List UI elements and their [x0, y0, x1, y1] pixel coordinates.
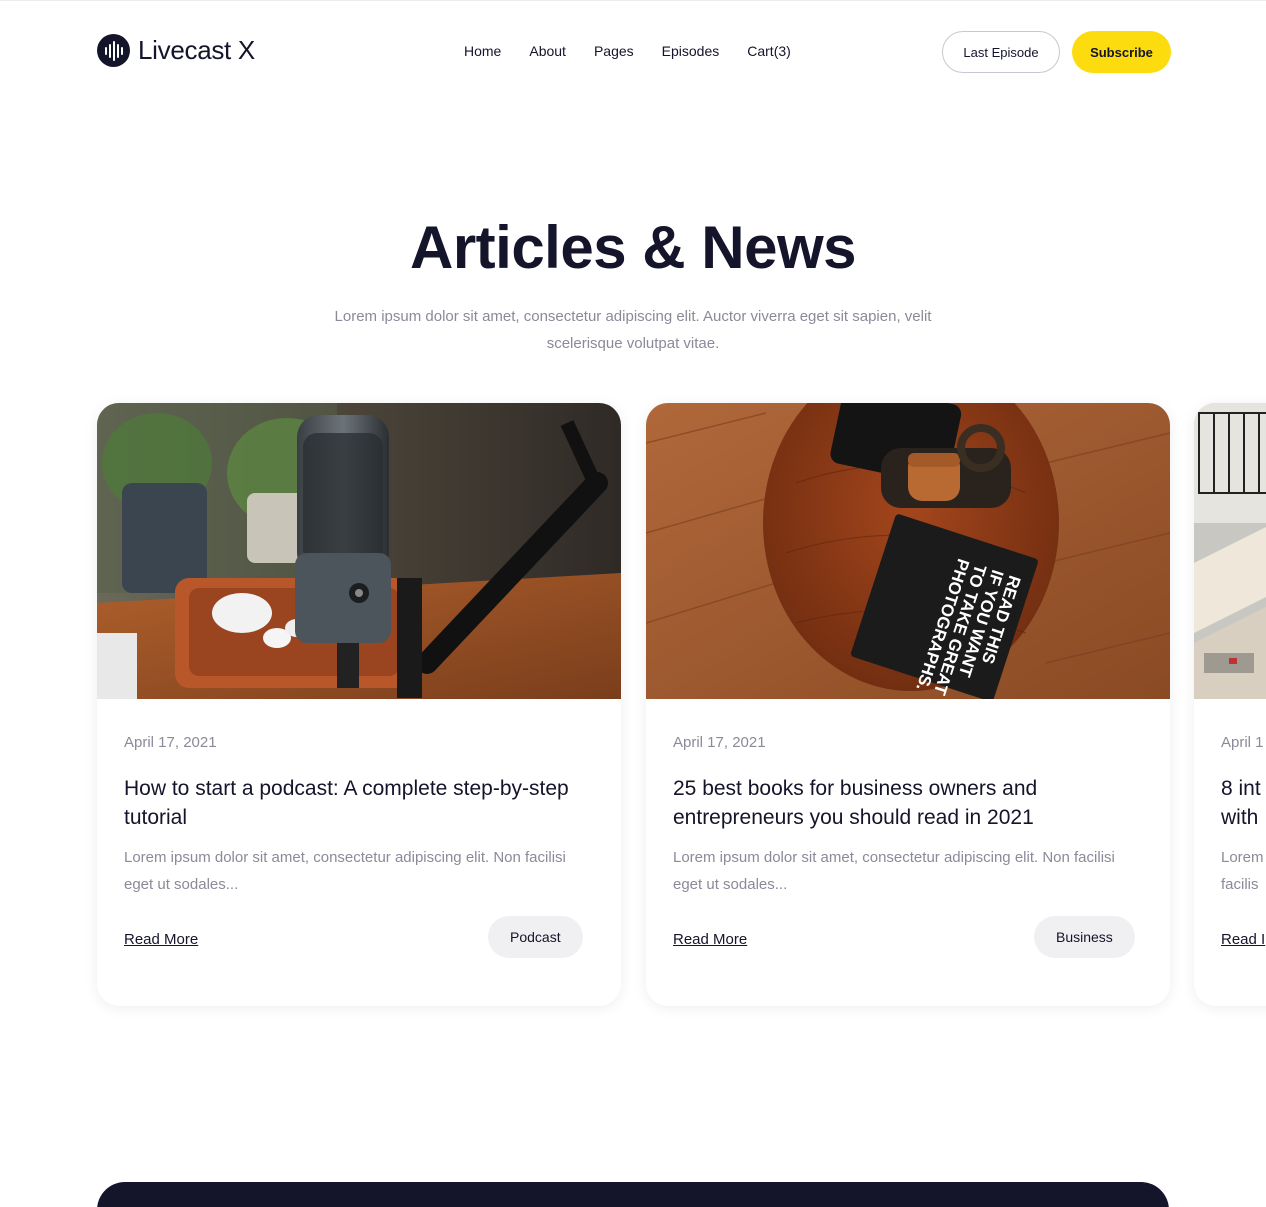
article-date: April 1 — [1221, 734, 1264, 751]
page: Livecast X Home About Pages Episodes Car… — [0, 0, 1266, 1207]
nav-cart[interactable]: Cart(3) — [747, 43, 791, 59]
article-excerpt: Lorem ipsum dolor sit amet, consectetur … — [124, 849, 566, 893]
article-card[interactable]: April 1 8 int with Lorem facilis Read I — [1194, 403, 1266, 1006]
article-card[interactable]: April 17, 2021 How to start a podcast: A… — [97, 403, 621, 1006]
article-title[interactable]: 8 int with — [1221, 774, 1266, 832]
nav-episodes[interactable]: Episodes — [662, 43, 720, 59]
balcony-building-image[interactable] — [1194, 403, 1266, 699]
dark-section-band — [97, 1182, 1169, 1207]
article-excerpt: Lorem ipsum dolor sit amet, consectetur … — [673, 849, 1115, 893]
last-episode-button[interactable]: Last Episode — [942, 31, 1060, 73]
main-nav: Home About Pages Episodes Cart(3) — [464, 43, 819, 59]
nav-about[interactable]: About — [529, 43, 566, 59]
read-more-link[interactable]: Read More — [124, 931, 198, 948]
book-on-table-image[interactable]: READ THIS IF YOU WANT TO TAKE GREAT PHOT… — [646, 403, 1170, 699]
read-more-link[interactable]: Read More — [673, 931, 747, 948]
category-tag[interactable]: Podcast — [488, 916, 583, 958]
page-title: Articles & News — [409, 214, 857, 281]
article-card[interactable]: READ THIS IF YOU WANT TO TAKE GREAT PHOT… — [646, 403, 1170, 1006]
category-tag[interactable]: Business — [1034, 916, 1135, 958]
article-title[interactable]: 25 best books for business owners and en… — [673, 774, 1143, 832]
article-date: April 17, 2021 — [673, 734, 766, 751]
nav-pages[interactable]: Pages — [594, 43, 634, 59]
site-header: Livecast X Home About Pages Episodes Car… — [97, 31, 1171, 73]
sound-wave-icon — [97, 34, 130, 67]
article-excerpt: Lorem facilis — [1221, 849, 1264, 893]
subscribe-button[interactable]: Subscribe — [1072, 31, 1171, 73]
podcast-microphone-image[interactable] — [97, 403, 621, 699]
nav-home[interactable]: Home — [464, 43, 501, 59]
page-subtitle: Lorem ipsum dolor sit amet, consectetur … — [334, 308, 932, 352]
article-title[interactable]: How to start a podcast: A complete step-… — [124, 774, 594, 832]
logo-text: Livecast X — [138, 35, 255, 65]
logo[interactable]: Livecast X — [97, 34, 255, 67]
read-more-link[interactable]: Read I — [1221, 931, 1265, 948]
article-date: April 17, 2021 — [124, 734, 217, 751]
